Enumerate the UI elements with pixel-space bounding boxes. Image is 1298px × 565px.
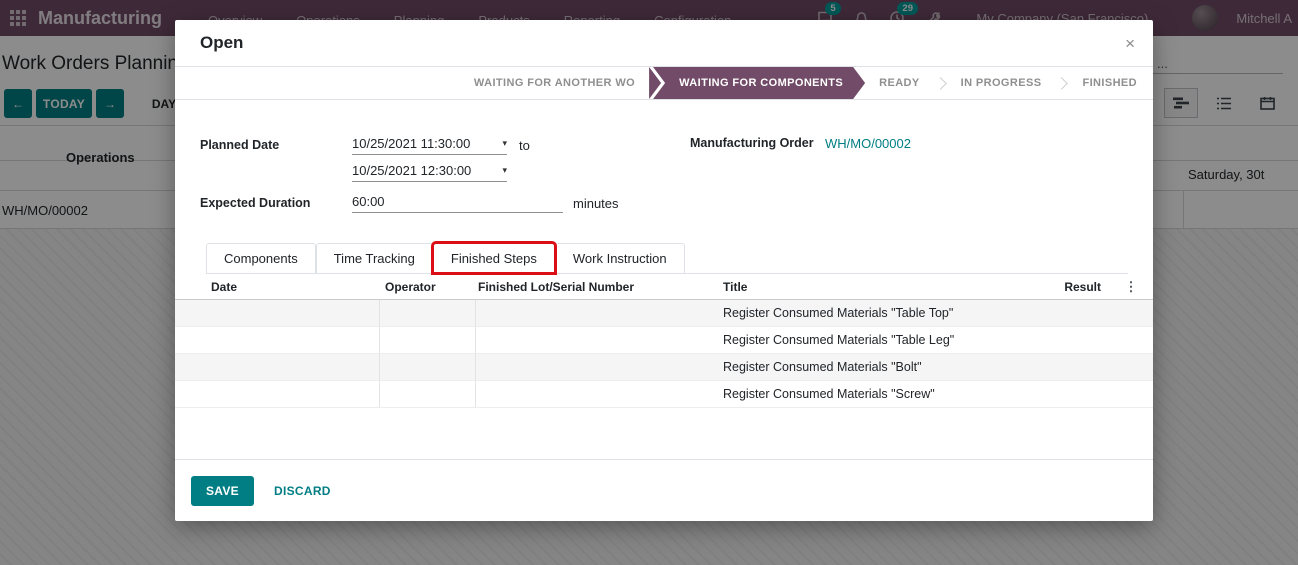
chevron-down-icon[interactable]: ▾	[502, 138, 507, 149]
statusbar-stage-label: WAITING FOR COMPONENTS	[653, 67, 865, 99]
statusbar-stage-ready[interactable]: READY	[879, 77, 920, 89]
tab-work-instruction[interactable]: Work Instruction	[555, 243, 685, 273]
chevron-right-icon	[934, 77, 947, 90]
tab-components[interactable]: Components	[206, 243, 316, 273]
dialog-header: Open ×	[175, 20, 1153, 67]
planned-date-label: Planned Date	[200, 136, 352, 152]
notebook-tabs: ComponentsTime TrackingFinished StepsWor…	[206, 243, 1128, 274]
save-button[interactable]: SAVE	[191, 476, 254, 506]
row-title-cell: Register Consumed Materials "Screw"	[723, 387, 999, 401]
column-header-date[interactable]: Date	[175, 280, 380, 294]
planned-date-from-value: 10/25/2021 11:30:00	[352, 136, 498, 151]
planned-date-from-input[interactable]: 10/25/2021 11:30:00 ▾	[352, 136, 507, 155]
discard-button[interactable]: DISCARD	[274, 484, 331, 498]
manufacturing-order-label: Manufacturing Order	[690, 136, 825, 221]
dialog-body: Planned Date 10/25/2021 11:30:00 ▾ to 10…	[175, 100, 1153, 521]
row-empty-cell	[380, 300, 476, 326]
row-title-cell: Register Consumed Materials "Table Top"	[723, 306, 999, 320]
expected-duration-value: 60:00	[352, 194, 563, 209]
row-empty-cell	[175, 354, 380, 380]
statusbar-stage-finished[interactable]: FINISHED	[1082, 77, 1137, 89]
finished-steps-row[interactable]: Register Consumed Materials "Table Leg"	[175, 327, 1153, 354]
chevron-down-icon[interactable]: ▾	[502, 165, 507, 176]
statusbar-stage-waiting-for-components[interactable]: WAITING FOR COMPONENTS	[649, 67, 865, 99]
row-empty-cell	[380, 327, 476, 353]
optional-columns-icon[interactable]: ⋮	[1109, 279, 1153, 295]
open-dialog: Open × WAITING FOR ANOTHER WOWAITING FOR…	[175, 20, 1153, 521]
duration-suffix: minutes	[573, 194, 619, 211]
column-header-finished-lot-serial-number[interactable]: Finished Lot/Serial Number	[476, 280, 723, 294]
row-empty-cell	[175, 381, 380, 407]
tab-time-tracking[interactable]: Time Tracking	[316, 243, 433, 273]
row-empty-cell	[380, 381, 476, 407]
table-body: Register Consumed Materials "Table Top" R…	[175, 300, 1153, 408]
close-icon[interactable]: ×	[1125, 35, 1135, 52]
column-header-title[interactable]: Title	[723, 280, 999, 294]
to-label: to	[519, 136, 530, 153]
table-header-row: DateOperatorFinished Lot/Serial NumberTi…	[175, 274, 1153, 300]
manufacturing-order-link[interactable]: WH/MO/00002	[825, 136, 911, 221]
row-empty-cell	[380, 354, 476, 380]
dialog-footer: SAVE DISCARD	[175, 459, 1153, 521]
planned-date-to-input[interactable]: 10/25/2021 12:30:00 ▾	[352, 163, 507, 182]
statusbar-stage-in-progress[interactable]: IN PROGRESS	[961, 77, 1042, 89]
statusbar: WAITING FOR ANOTHER WO WAITING FOR COMPON…	[175, 67, 1153, 100]
finished-steps-row[interactable]: Register Consumed Materials "Bolt"	[175, 354, 1153, 381]
column-header-operator[interactable]: Operator	[380, 280, 476, 294]
row-empty-cell	[175, 300, 380, 326]
row-empty-cell	[175, 327, 380, 353]
expected-duration-input[interactable]: 60:00	[352, 194, 563, 213]
row-title-cell: Register Consumed Materials "Table Leg"	[723, 333, 999, 347]
dialog-title: Open	[200, 33, 243, 53]
tab-finished-steps[interactable]: Finished Steps	[433, 243, 555, 273]
statusbar-stage-waiting-for-another-wo[interactable]: WAITING FOR ANOTHER WO	[474, 77, 635, 89]
row-title-cell: Register Consumed Materials "Bolt"	[723, 360, 999, 374]
column-header-result[interactable]: Result	[999, 280, 1109, 294]
chevron-right-icon	[1056, 77, 1069, 90]
expected-duration-label: Expected Duration	[200, 194, 352, 210]
planned-date-to-value: 10/25/2021 12:30:00	[352, 163, 498, 178]
finished-steps-row[interactable]: Register Consumed Materials "Screw"	[175, 381, 1153, 408]
form-area: Planned Date 10/25/2021 11:30:00 ▾ to 10…	[175, 100, 1153, 221]
finished-steps-table: DateOperatorFinished Lot/Serial NumberTi…	[175, 274, 1153, 408]
finished-steps-row[interactable]: Register Consumed Materials "Table Top"	[175, 300, 1153, 327]
